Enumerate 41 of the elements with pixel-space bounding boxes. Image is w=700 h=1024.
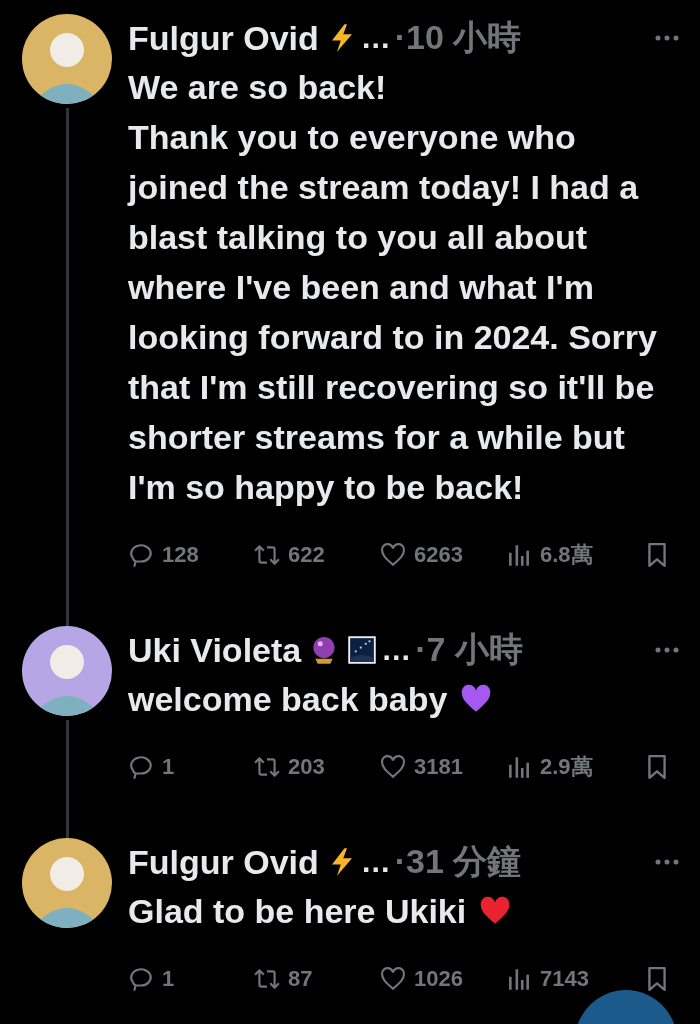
reply-icon[interactable]	[128, 754, 154, 780]
reply-count: 1	[162, 754, 175, 780]
views-icon[interactable]	[506, 542, 532, 568]
name-ellipsis: …	[360, 845, 391, 879]
repost-icon[interactable]	[254, 754, 280, 780]
like-count: 3181	[414, 754, 463, 780]
more-icon[interactable]	[654, 858, 680, 866]
like-count: 6263	[414, 542, 463, 568]
name-ellipsis: …	[360, 21, 391, 55]
post-time[interactable]: ·31 分鐘	[394, 839, 522, 885]
reply-icon[interactable]	[128, 966, 154, 992]
like-count: 1026	[414, 966, 463, 992]
post-text: welcome back baby	[128, 679, 448, 720]
like-icon[interactable]	[380, 542, 406, 568]
views-icon[interactable]	[506, 754, 532, 780]
like-icon[interactable]	[380, 966, 406, 992]
post-text: Thank you to everyone who joined the stream today! I had a blast talking to you all about where I've been and what I'm looking forward to in 2024. Sorry that I'm still recovering so it'll be shorter streams for a while but I'm so happy to be back!	[128, 117, 658, 508]
more-icon[interactable]	[654, 646, 680, 654]
night-sky-icon	[347, 635, 378, 665]
user-name[interactable]: Fulgur Ovid	[128, 842, 319, 882]
view-count: 2.9萬	[540, 753, 593, 781]
post-time[interactable]: ·7 小時	[415, 627, 523, 673]
name-ellipsis: …	[381, 633, 412, 667]
reply-icon[interactable]	[128, 542, 154, 568]
like-icon[interactable]	[380, 754, 406, 780]
post-text: We are so back!	[128, 67, 388, 108]
reply-count: 1	[162, 966, 175, 992]
user-name[interactable]: Uki Violeta	[128, 630, 302, 670]
views-icon[interactable]	[506, 966, 532, 992]
post-text: Glad to be here Ukiki	[128, 891, 467, 932]
post-time[interactable]: ·10 小時	[394, 15, 522, 61]
repost-count: 203	[288, 754, 325, 780]
repost-count: 87	[288, 966, 313, 992]
view-count: 7143	[540, 966, 589, 992]
more-icon[interactable]	[654, 34, 680, 42]
reply-count: 128	[162, 542, 199, 568]
view-count: 6.8萬	[540, 541, 593, 569]
repost-icon[interactable]	[254, 542, 280, 568]
user-name[interactable]: Fulgur Ovid	[128, 18, 319, 58]
repost-icon[interactable]	[254, 966, 280, 992]
repost-count: 622	[288, 542, 325, 568]
